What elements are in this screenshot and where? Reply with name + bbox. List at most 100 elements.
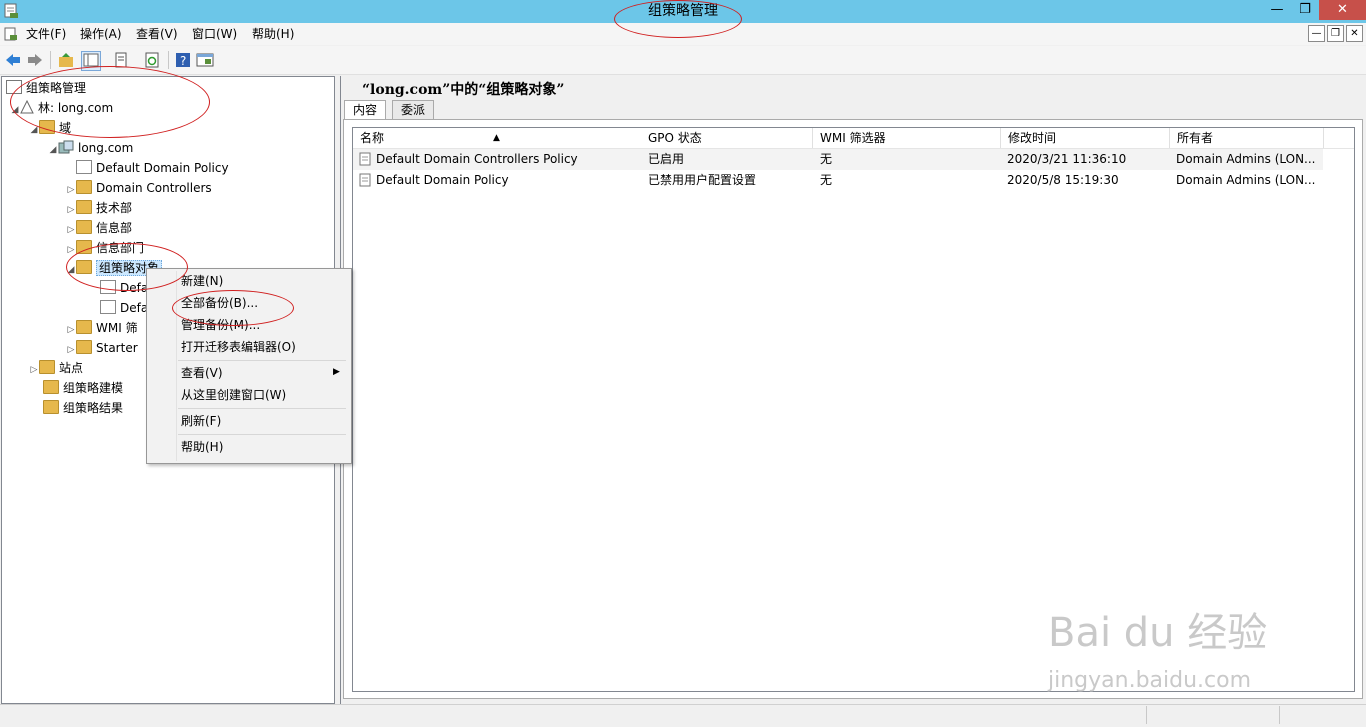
cell-owner: Domain Admins (LON...	[1176, 173, 1316, 187]
tree-results[interactable]: 组策略结果	[43, 398, 123, 418]
ou-folder-icon	[76, 220, 92, 234]
table-row[interactable]: Default Domain Policy 已禁用用户配置设置 无 2020/5…	[353, 170, 1323, 191]
gpo-link-icon	[76, 160, 92, 174]
sites-folder-icon	[39, 360, 55, 374]
tree-item-tech-dept[interactable]: ▷ 技术部	[66, 198, 132, 218]
cell-wmi: 无	[820, 152, 833, 166]
toolbar-separator	[50, 51, 51, 69]
results-icon	[43, 400, 59, 414]
cell-modified: 2020/5/8 15:19:30	[1007, 173, 1119, 187]
ctx-view[interactable]: 查看(V)	[181, 363, 223, 383]
refresh-icon[interactable]	[143, 51, 161, 69]
close-button[interactable]: ✕	[1319, 0, 1366, 20]
mdi-minimize-button[interactable]: —	[1308, 25, 1325, 42]
starter-folder-icon	[76, 340, 92, 354]
forward-icon[interactable]	[26, 51, 44, 69]
expand-icon[interactable]: ▷	[66, 320, 76, 340]
cell-status: 已启用	[648, 152, 685, 166]
menu-help[interactable]: 帮助(H)	[252, 26, 294, 43]
menu-view[interactable]: 查看(V)	[136, 26, 178, 43]
watermark-main: Bai du 经验	[1048, 610, 1268, 656]
wmi-folder-icon	[76, 320, 92, 334]
menu-file[interactable]: 文件(F)	[26, 26, 66, 43]
cell-name: Default Domain Controllers Policy	[376, 152, 578, 166]
cell-wmi: 无	[820, 173, 833, 187]
svg-text:?: ?	[180, 54, 186, 68]
ctx-separator	[178, 434, 346, 435]
back-icon[interactable]	[4, 51, 22, 69]
cell-name: Default Domain Policy	[376, 173, 509, 187]
tree-sites[interactable]: ▷ 站点	[29, 358, 83, 378]
tab-delegation[interactable]: 委派	[392, 100, 435, 119]
gpo-icon	[358, 173, 372, 187]
tree-item-default-domain-policy[interactable]: Default Domain Policy	[76, 158, 229, 178]
tree-item-wmi-filters[interactable]: ▷ WMI 筛	[66, 318, 138, 338]
console-window-icon[interactable]	[196, 51, 214, 69]
ou-folder-icon	[76, 200, 92, 214]
column-header-modified[interactable]: 修改时间	[1001, 128, 1170, 148]
tree-item-info-dept[interactable]: ▷ 信息部	[66, 218, 132, 238]
tree-domain-label: long.com	[78, 141, 134, 155]
column-header-owner[interactable]: 所有者	[1170, 128, 1324, 148]
expand-icon[interactable]: ▷	[66, 220, 76, 240]
tree-item-label: Starter	[96, 341, 138, 355]
menu-window[interactable]: 窗口(W)	[192, 26, 237, 43]
tree-item-label: Defa	[120, 301, 149, 315]
restore-button[interactable]: ❐	[1292, 0, 1318, 20]
ctx-new-window[interactable]: 从这里创建窗口(W)	[181, 385, 286, 405]
submenu-arrow-icon: ▶	[333, 367, 340, 377]
ctx-help[interactable]: 帮助(H)	[181, 437, 223, 457]
cell-status: 已禁用用户配置设置	[648, 173, 757, 187]
menu-app-icon[interactable]	[4, 27, 18, 41]
up-folder-icon[interactable]	[57, 51, 75, 69]
baidu-watermark: Bai du 经验 jingyan.baidu.com	[1048, 590, 1298, 700]
modeling-icon	[43, 380, 59, 394]
table-row[interactable]: Default Domain Controllers Policy 已启用 无 …	[353, 149, 1323, 170]
tree-sites-label: 站点	[59, 361, 84, 375]
tree-item-label: Default Domain Policy	[96, 161, 229, 175]
ctx-open-migration-editor[interactable]: 打开迁移表编辑器(O)	[181, 337, 296, 357]
tree-domain[interactable]: ◢ long.com	[48, 138, 133, 158]
tree-item-gpo-child[interactable]: Defa	[100, 298, 148, 318]
gpo-icon	[358, 152, 372, 166]
ou-folder-icon	[76, 180, 92, 194]
toolbar-separator	[168, 51, 169, 69]
status-segment	[1146, 706, 1279, 724]
expand-icon[interactable]: ▷	[66, 340, 76, 360]
watermark-sub: jingyan.baidu.com	[1048, 668, 1252, 693]
details-title: “long.com”中的“组策略对象”	[362, 82, 565, 98]
expand-icon[interactable]: ▷	[66, 180, 76, 200]
annotation-ellipse	[66, 243, 188, 291]
help-icon[interactable]: ?	[174, 51, 192, 69]
tree-modeling[interactable]: 组策略建模	[43, 378, 123, 398]
column-header-label: 名称	[360, 131, 385, 145]
menu-action[interactable]: 操作(A)	[80, 26, 122, 43]
tree-item-label: 技术部	[96, 201, 133, 215]
tree-item-label: 信息部	[96, 221, 133, 235]
column-header-name[interactable]: 名称 ▲	[353, 128, 643, 148]
tab-content[interactable]: 内容	[344, 100, 387, 120]
collapse-icon[interactable]: ◢	[48, 140, 58, 160]
expand-icon[interactable]: ▷	[66, 200, 76, 220]
mdi-restore-button[interactable]: ❐	[1327, 25, 1344, 42]
minimize-button[interactable]: —	[1263, 0, 1291, 20]
ctx-separator	[178, 408, 346, 409]
tree-item-label: Domain Controllers	[96, 181, 212, 195]
tree-item-label: WMI 筛	[96, 321, 138, 335]
expand-icon[interactable]: ▷	[29, 360, 39, 380]
mdi-close-button[interactable]: ✕	[1346, 25, 1363, 42]
tree-item-starter[interactable]: ▷ Starter	[66, 338, 138, 358]
tree-item-domain-controllers[interactable]: ▷ Domain Controllers	[66, 178, 212, 198]
status-segment	[1279, 706, 1366, 724]
ctx-refresh[interactable]: 刷新(F)	[181, 411, 221, 431]
tree-results-label: 组策略结果	[63, 401, 124, 415]
annotation-ellipse	[172, 290, 294, 326]
column-header-wmi[interactable]: WMI 筛选器	[813, 128, 1001, 148]
column-header-status[interactable]: GPO 状态	[641, 128, 813, 148]
annotation-ellipse	[614, 0, 742, 38]
cell-owner: Domain Admins (LON...	[1176, 152, 1316, 166]
ctx-new[interactable]: 新建(N)	[181, 271, 223, 291]
mdi-controls: — ❐ ✕	[1308, 25, 1364, 43]
cell-modified: 2020/3/21 11:36:10	[1007, 152, 1127, 166]
ctx-separator	[178, 360, 346, 361]
